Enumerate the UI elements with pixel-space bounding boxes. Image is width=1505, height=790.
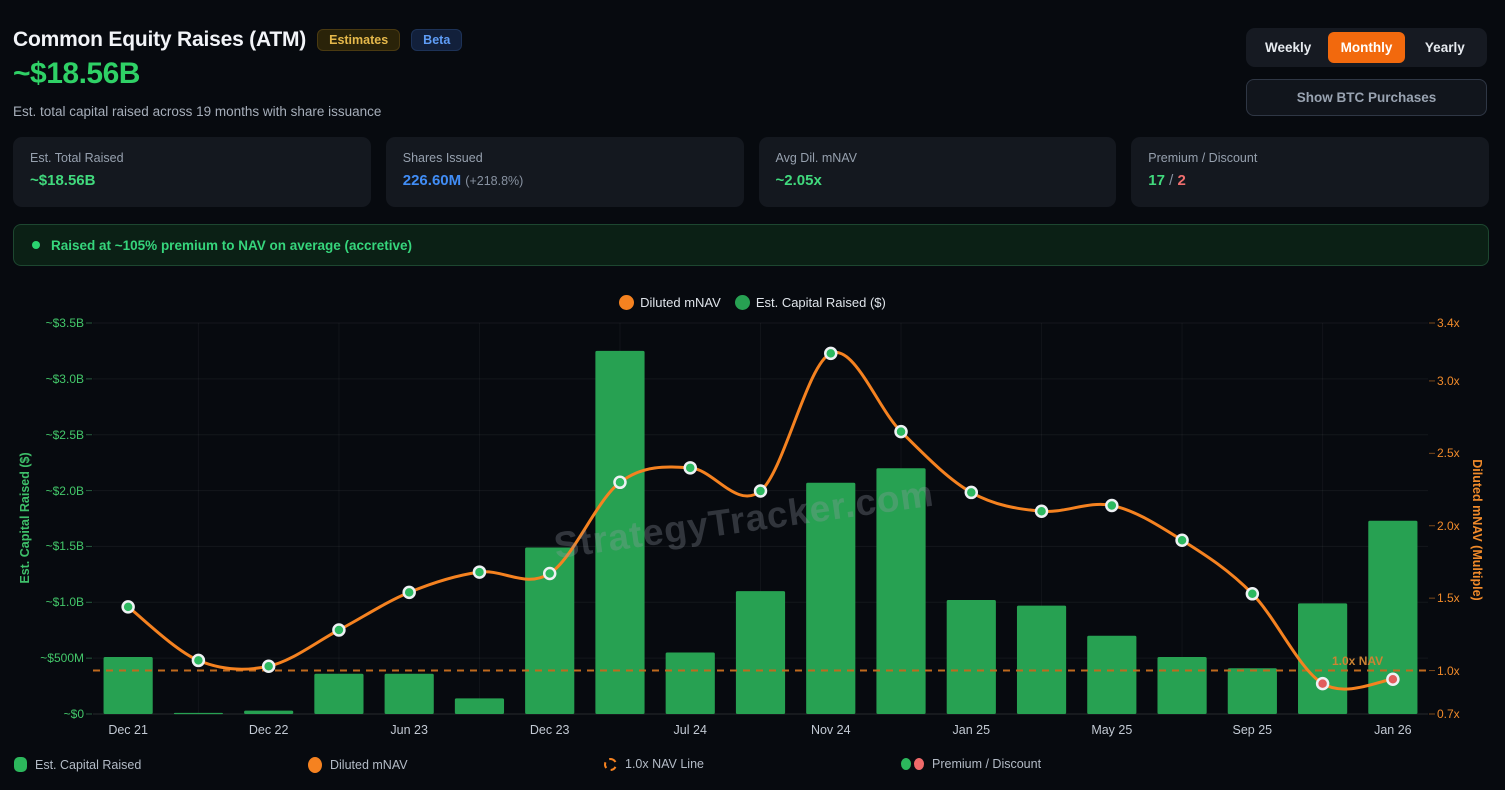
stat-card-shares-issued: Shares Issued 226.60M (+218.8%) — [386, 137, 744, 207]
premium-point-7[interactable] — [544, 568, 555, 579]
premium-discount-dots-icon — [901, 758, 924, 770]
legend-item-est-capital-raised[interactable]: Est. Capital Raised — [14, 757, 141, 772]
status-dot-icon — [32, 241, 40, 249]
bar-Jun 23[interactable] — [385, 674, 434, 714]
bar-Sep 25[interactable] — [1228, 668, 1277, 714]
premium-point-8[interactable] — [614, 477, 625, 488]
right-axis-tick: 2.5x — [1437, 446, 1460, 460]
premium-count: 17 — [1148, 172, 1165, 189]
left-axis-title: Est. Capital Raised ($) — [18, 452, 32, 583]
period-toggle: Weekly Monthly Yearly — [1246, 28, 1487, 67]
right-axis-title: Diluted mNAV (Multiple) — [1470, 459, 1484, 600]
premium-point-6[interactable] — [474, 567, 485, 578]
tab-weekly[interactable]: Weekly — [1250, 32, 1326, 63]
stat-label: Premium / Discount — [1148, 151, 1472, 165]
green-square-icon — [14, 757, 27, 772]
x-axis-tick: Sep 25 — [1233, 723, 1273, 737]
show-btc-purchases-button[interactable]: Show BTC Purchases — [1246, 79, 1487, 116]
page-header: Common Equity Raises (ATM) Estimates Bet… — [13, 28, 462, 52]
accretive-banner-text: Raised at ~105% premium to NAV on averag… — [51, 238, 412, 253]
total-raised-headline: ~$18.56B — [13, 57, 140, 91]
bar-month-14[interactable] — [1017, 606, 1066, 714]
premium-point-14[interactable] — [1036, 506, 1047, 517]
x-axis-tick: Dec 23 — [530, 723, 570, 737]
stat-card-premium-discount: Premium / Discount 17 / 2 — [1131, 137, 1489, 207]
left-axis-tick: ~$0 — [6, 707, 84, 721]
x-axis-tick: Dec 21 — [108, 723, 148, 737]
legend-item-nav-line[interactable]: 1.0x NAV Line — [604, 757, 704, 771]
premium-point-5[interactable] — [404, 587, 415, 598]
stat-value-total-raised: ~$18.56B — [30, 172, 354, 189]
bar-Dec 21[interactable] — [104, 657, 153, 714]
beta-badge: Beta — [411, 29, 462, 51]
premium-point-17[interactable] — [1247, 588, 1258, 599]
tab-monthly[interactable]: Monthly — [1328, 32, 1404, 63]
stat-label: Avg Dil. mNAV — [776, 151, 1100, 165]
bar-Jul 24[interactable] — [666, 653, 715, 714]
premium-point-4[interactable] — [333, 625, 344, 636]
nav-line-label: 1.0x NAV — [1332, 654, 1383, 668]
premium-point-15[interactable] — [1106, 500, 1117, 511]
tab-yearly[interactable]: Yearly — [1407, 32, 1483, 63]
right-axis-tick: 2.0x — [1437, 519, 1460, 533]
stat-value-shares-issued: 226.60M (+218.8%) — [403, 172, 727, 189]
right-axis-tick: 3.0x — [1437, 374, 1460, 388]
premium-point-9[interactable] — [685, 462, 696, 473]
chart-legend-bottom: Est. Capital Raised Diluted mNAV 1.0x NA… — [0, 757, 1505, 781]
premium-point-2[interactable] — [193, 655, 204, 666]
page-subtitle: Est. total capital raised across 19 mont… — [13, 104, 381, 119]
bar-month-4[interactable] — [314, 674, 363, 714]
left-axis-tick: ~$3.5B — [6, 316, 84, 330]
bar-May 25[interactable] — [1087, 636, 1136, 714]
x-axis-tick: Jan 26 — [1374, 723, 1412, 737]
bar-month-10[interactable] — [736, 591, 785, 714]
premium-point-16[interactable] — [1177, 535, 1188, 546]
stat-value-premium-discount: 17 / 2 — [1148, 172, 1472, 189]
shares-issued-change: (+218.8%) — [465, 174, 523, 188]
bar-Dec 22[interactable] — [244, 711, 293, 714]
x-axis-tick: Jun 23 — [390, 723, 428, 737]
page-title: Common Equity Raises (ATM) — [13, 28, 306, 52]
premium-point-1[interactable] — [123, 601, 134, 612]
equity-raises-chart: Diluted mNAV Est. Capital Raised ($) ~$0… — [0, 280, 1505, 755]
right-axis-tick: 1.5x — [1437, 591, 1460, 605]
bar-Jan 25[interactable] — [947, 600, 996, 714]
stat-label: Est. Total Raised — [30, 151, 354, 165]
left-axis-tick: ~$500M — [6, 651, 84, 665]
stat-value-avg-mnav: ~2.05x — [776, 172, 1100, 189]
stat-card-avg-mnav: Avg Dil. mNAV ~2.05x — [759, 137, 1117, 207]
premium-point-11[interactable] — [825, 348, 836, 359]
premium-point-13[interactable] — [966, 487, 977, 498]
bar-month-6[interactable] — [455, 698, 504, 714]
premium-point-3[interactable] — [263, 661, 274, 672]
estimates-badge: Estimates — [317, 29, 400, 51]
left-axis-tick: ~$2.5B — [6, 428, 84, 442]
legend-item-diluted-mnav-bottom[interactable]: Diluted mNAV — [308, 757, 408, 773]
discount-count: 2 — [1177, 172, 1185, 189]
x-axis-tick: May 25 — [1091, 723, 1132, 737]
premium-point-12[interactable] — [896, 426, 907, 437]
legend-item-premium-discount[interactable]: Premium / Discount — [901, 757, 1041, 771]
stats-row: Est. Total Raised ~$18.56B Shares Issued… — [13, 137, 1489, 207]
orange-dot-icon — [308, 757, 322, 773]
x-axis-tick: Jul 24 — [674, 723, 707, 737]
right-axis-tick: 0.7x — [1437, 707, 1460, 721]
discount-point-18[interactable] — [1317, 678, 1328, 689]
right-axis-tick: 1.0x — [1437, 664, 1460, 678]
right-axis-tick: 3.4x — [1437, 316, 1460, 330]
bar-month-2[interactable] — [174, 713, 223, 714]
left-axis-tick: ~$3.0B — [6, 372, 84, 386]
left-axis-tick: ~$1.0B — [6, 595, 84, 609]
accretive-banner: Raised at ~105% premium to NAV on averag… — [13, 224, 1489, 266]
x-axis-tick: Jan 25 — [953, 723, 991, 737]
stat-label: Shares Issued — [403, 151, 727, 165]
bar-month-16[interactable] — [1157, 657, 1206, 714]
x-axis-tick: Dec 22 — [249, 723, 289, 737]
discount-point-19[interactable] — [1387, 674, 1398, 685]
stat-card-total-raised: Est. Total Raised ~$18.56B — [13, 137, 371, 207]
dashed-circle-icon — [604, 758, 617, 771]
x-axis-tick: Nov 24 — [811, 723, 851, 737]
